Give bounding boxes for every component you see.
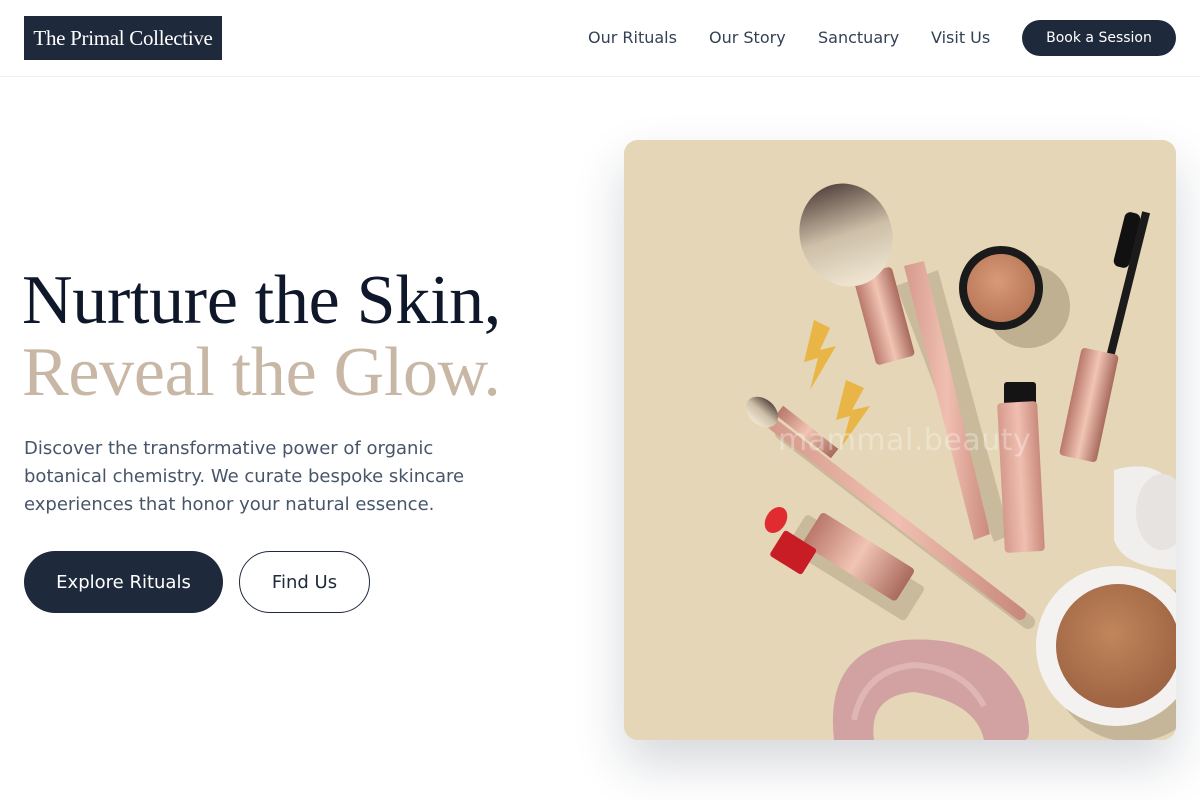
hero-product-image: mammal.beauty: [624, 140, 1176, 740]
image-watermark: mammal.beauty: [778, 423, 1032, 458]
explore-rituals-button[interactable]: Explore Rituals: [24, 551, 223, 613]
headline-line-2: Reveal the Glow.: [22, 334, 501, 411]
find-us-button[interactable]: Find Us: [239, 551, 370, 613]
site-header: The Primal Collective Our Rituals Our St…: [0, 0, 1200, 77]
headline-line-1: Nurture the Skin,: [22, 262, 501, 339]
hero-description: Discover the transformative power of org…: [24, 438, 465, 515]
book-session-button[interactable]: Book a Session: [1022, 20, 1176, 56]
nav-link-sanctuary[interactable]: Sanctuary: [818, 26, 899, 50]
brand-logo[interactable]: The Primal Collective: [24, 16, 222, 60]
nav-link-visit-us[interactable]: Visit Us: [931, 26, 990, 50]
nav-link-our-story[interactable]: Our Story: [709, 26, 786, 50]
hero-headline: Nurture the Skin, Reveal the Glow.: [22, 265, 582, 409]
nav-link-our-rituals[interactable]: Our Rituals: [588, 26, 677, 50]
